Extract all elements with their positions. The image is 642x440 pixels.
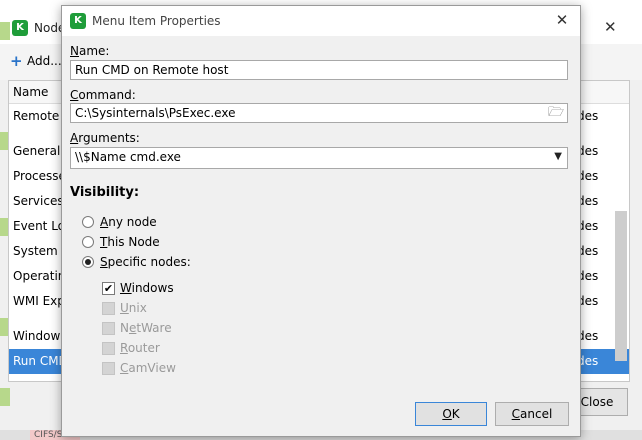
nmap-logo-icon: K [70, 13, 86, 29]
green-tag [0, 388, 10, 406]
add-button-label[interactable]: Add... [27, 54, 62, 68]
scrollbar-thumb[interactable] [615, 211, 627, 361]
folder-open-icon[interactable]: 🗁 [548, 105, 564, 121]
name-field[interactable]: Run CMD on Remote host [70, 60, 568, 80]
plus-icon[interactable]: + [10, 52, 23, 70]
column-name-label: Name [13, 85, 49, 99]
green-tag [0, 22, 10, 40]
radio-button-selected[interactable] [82, 256, 94, 268]
command-label: Command: [70, 88, 136, 102]
ok-button[interactable]: OK [415, 402, 487, 426]
cancel-button[interactable]: Cancel [495, 402, 569, 426]
checkbox-checked[interactable]: ✔ [102, 282, 115, 295]
chevron-down-icon[interactable]: ▼ [554, 150, 562, 164]
radio-button[interactable] [82, 236, 94, 248]
arguments-label: Arguments: [70, 131, 140, 145]
close-icon[interactable]: ✕ [552, 10, 572, 30]
checkbox[interactable] [102, 362, 115, 375]
arguments-combobox[interactable]: \\$Name cmd.exe ▼ [70, 147, 568, 169]
name-label: Name: [70, 44, 110, 58]
dialog-titlebar: K Menu Item Properties ✕ [62, 6, 580, 36]
dialog-title: Menu Item Properties [92, 14, 221, 28]
command-field[interactable]: C:\Sysinternals\PsExec.exe 🗁 [70, 103, 568, 123]
checkbox[interactable] [102, 342, 115, 355]
checkbox[interactable] [102, 302, 115, 315]
menu-item-properties-dialog: K Menu Item Properties ✕ Name: Run CMD o… [61, 5, 581, 437]
radio-button[interactable] [82, 216, 94, 228]
visibility-label: Visibility: [70, 185, 140, 200]
checkbox[interactable] [102, 322, 115, 335]
background-close-icon[interactable]: ✕ [604, 18, 617, 36]
app-logo-icon: K [12, 20, 28, 36]
